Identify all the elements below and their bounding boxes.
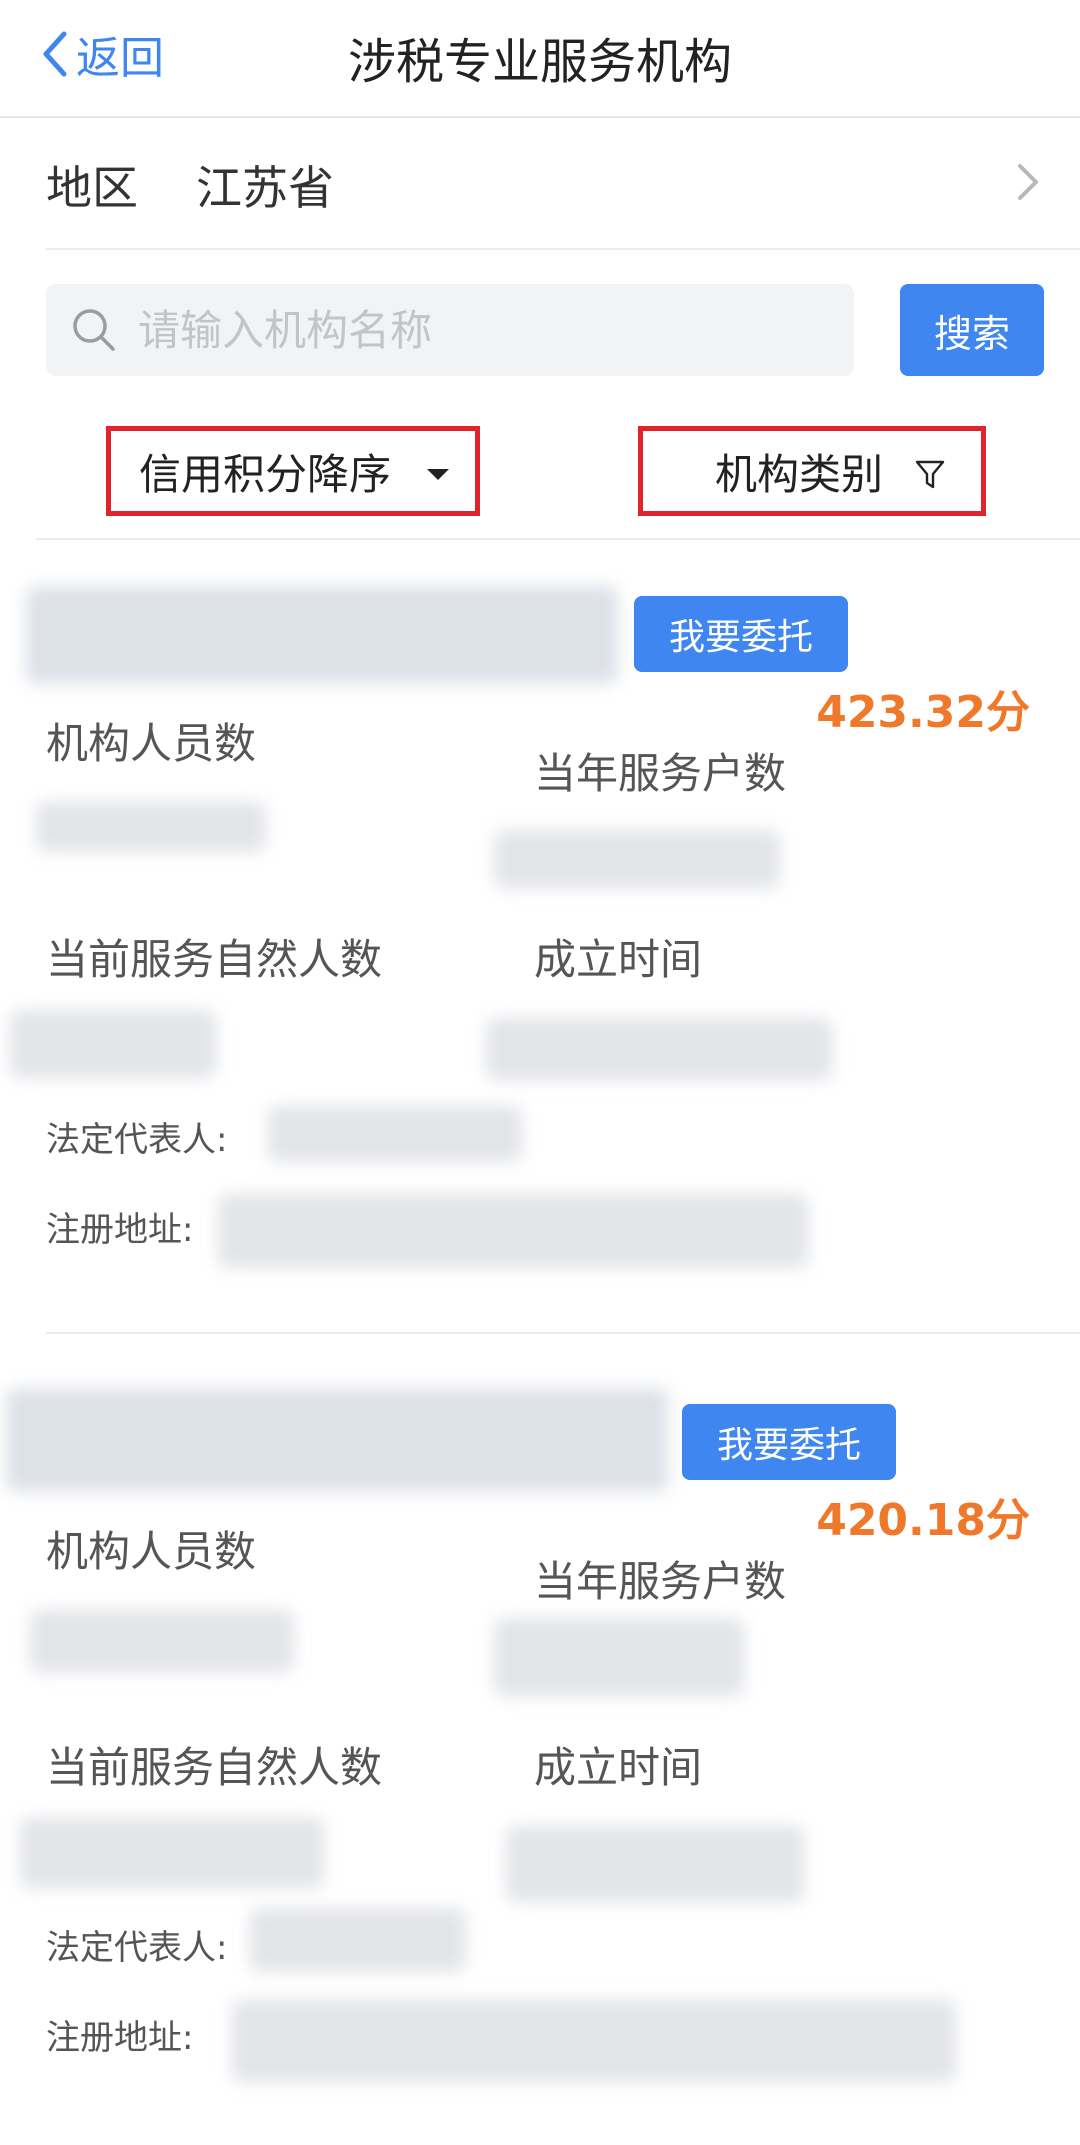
- search-icon: [73, 309, 115, 351]
- legal-rep-label: 法定代表人:: [46, 1928, 228, 1968]
- staff-count-label: 机构人员数: [46, 1527, 257, 1576]
- chevron-right-icon: [1018, 164, 1038, 200]
- search-box: [46, 284, 854, 376]
- category-label: 机构类别: [715, 449, 884, 499]
- card-divider: [46, 1332, 1080, 1334]
- staff-count-redacted: [30, 1610, 294, 1672]
- households-label: 当年服务户数: [534, 749, 787, 798]
- region-row[interactable]: 地区 江苏省: [46, 120, 1080, 250]
- established-label: 成立时间: [534, 1743, 703, 1792]
- agency-name-redacted: [26, 586, 618, 684]
- natural-persons-label: 当前服务自然人数: [46, 935, 383, 984]
- filter-icon: [915, 460, 945, 489]
- search-button[interactable]: 搜索: [900, 284, 1044, 376]
- established-redacted: [506, 1826, 804, 1902]
- category-filter[interactable]: 机构类别: [638, 426, 986, 516]
- caret-down-icon: [427, 469, 449, 480]
- region-label: 地区: [46, 161, 138, 215]
- divider: [36, 538, 1080, 540]
- legal-rep-label: 法定代表人:: [46, 1120, 228, 1160]
- established-redacted: [486, 1018, 832, 1080]
- households-redacted: [494, 1618, 744, 1696]
- legal-rep-redacted: [250, 1908, 466, 1972]
- address-label: 注册地址:: [46, 2018, 194, 2058]
- households-label: 当年服务户数: [534, 1557, 787, 1606]
- staff-count-redacted: [36, 802, 266, 852]
- region-value: 江苏省: [196, 161, 334, 215]
- natural-persons-label: 当前服务自然人数: [46, 1743, 383, 1792]
- address-label: 注册地址:: [46, 1210, 194, 1250]
- entrust-button[interactable]: 我要委托: [682, 1404, 896, 1480]
- nav-bar: 返回 涉税专业服务机构: [0, 0, 1080, 118]
- address-redacted: [232, 2000, 956, 2082]
- entrust-button[interactable]: 我要委托: [634, 596, 848, 672]
- credit-score: 423.32分: [816, 687, 1030, 738]
- search-input[interactable]: [138, 284, 838, 376]
- page-title: 涉税专业服务机构: [347, 34, 732, 90]
- agency-name-redacted: [6, 1388, 668, 1492]
- staff-count-label: 机构人员数: [46, 719, 257, 768]
- established-label: 成立时间: [534, 935, 703, 984]
- address-redacted: [218, 1194, 808, 1268]
- natural-persons-redacted: [20, 1818, 324, 1888]
- sort-label: 信用积分降序: [139, 449, 392, 499]
- legal-rep-redacted: [268, 1106, 522, 1162]
- credit-score: 420.18分: [816, 1495, 1030, 1546]
- sort-dropdown[interactable]: 信用积分降序: [106, 426, 480, 516]
- households-redacted: [494, 830, 780, 888]
- natural-persons-redacted: [10, 1010, 216, 1078]
